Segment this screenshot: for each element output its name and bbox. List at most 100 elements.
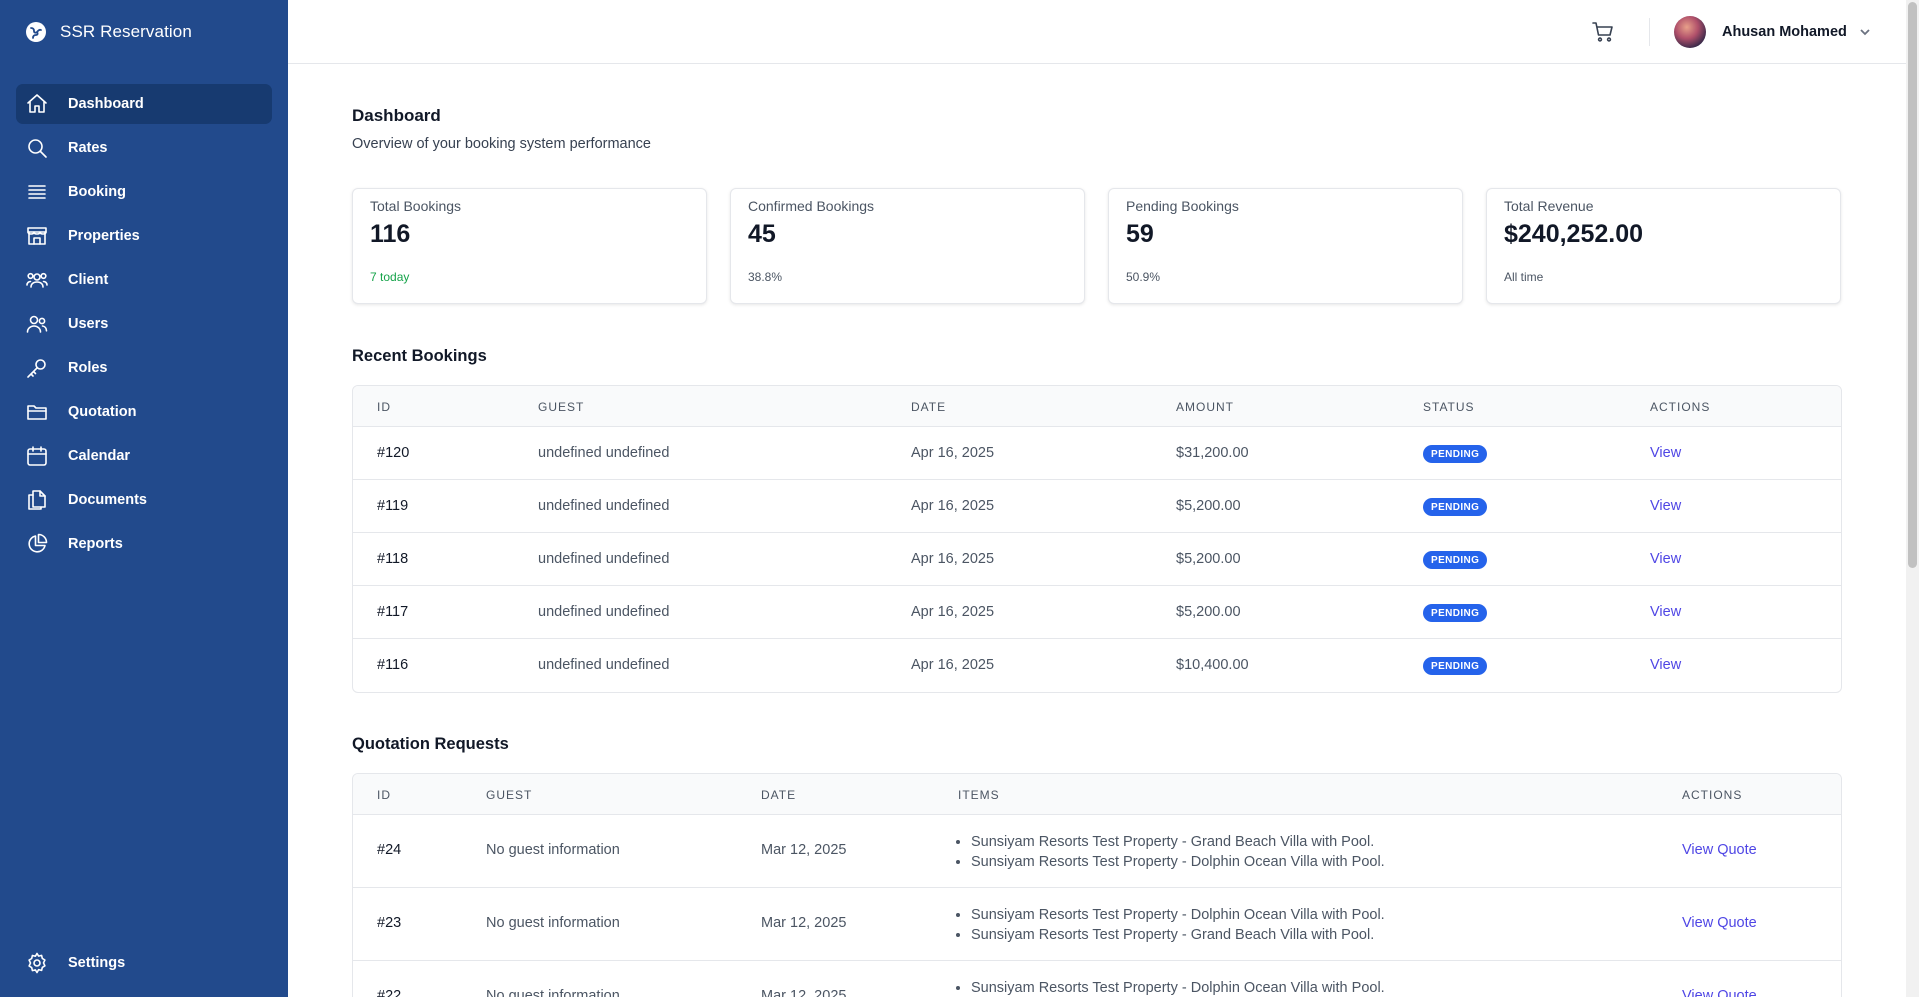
sidebar-nav: Dashboard Rates Booking Properties Clien… xyxy=(16,84,272,568)
sidebar-item-label: Settings xyxy=(68,955,126,971)
table-row: #118 undefined undefined Apr 16, 2025 $5,20… xyxy=(353,533,1841,586)
sidebar-item-dashboard[interactable]: Dashboard xyxy=(16,84,272,124)
documents-icon xyxy=(24,487,50,513)
booking-date: Apr 16, 2025 xyxy=(911,551,995,567)
stat-note: 50.9% xyxy=(1126,270,1161,284)
sidebar-item-documents[interactable]: Documents xyxy=(16,480,272,520)
status-badge: PENDING xyxy=(1423,445,1488,463)
table-header: ID Guest Date Items Actions xyxy=(353,774,1841,815)
sidebar-item-roles[interactable]: Roles xyxy=(16,348,272,388)
column-header: Date xyxy=(761,788,797,802)
view-link[interactable]: View xyxy=(1650,445,1681,461)
view-quote-link[interactable]: View Quote xyxy=(1682,988,1757,997)
sidebar-item-reports[interactable]: Reports xyxy=(16,524,272,564)
stat-card-pending-bookings: Pending Bookings 59 50.9% xyxy=(1108,188,1463,304)
guest-info: No guest information xyxy=(486,842,620,858)
brand-name: SSR Reservation xyxy=(60,22,192,41)
quotation-requests-title: Quotation Requests xyxy=(352,735,509,753)
sidebar-item-settings[interactable]: Settings xyxy=(16,943,272,983)
sidebar-item-label: Reports xyxy=(68,536,123,552)
view-link[interactable]: View xyxy=(1650,604,1681,620)
column-header: Items xyxy=(958,788,1000,802)
status-badge: PENDING xyxy=(1423,657,1488,675)
sidebar: SSR Reservation Dashboard Rates Booking … xyxy=(0,0,288,997)
page-scrollbar[interactable] xyxy=(1906,0,1919,997)
sidebar-item-label: Rates xyxy=(68,140,108,156)
sidebar-item-label: Client xyxy=(68,272,109,288)
stat-label: Total Bookings xyxy=(370,198,462,214)
view-link[interactable]: View xyxy=(1650,657,1681,673)
user-group-icon xyxy=(24,267,50,293)
search-icon xyxy=(24,135,50,161)
column-header: Guest xyxy=(538,400,585,414)
table-body: #24 No guest information Mar 12, 2025 Sunsi… xyxy=(353,815,1841,997)
table-header: ID Guest Date Amount Status Actions xyxy=(353,386,1841,427)
guest-name: undefined undefined xyxy=(538,498,670,514)
column-header: ID xyxy=(377,788,391,802)
sidebar-item-label: Roles xyxy=(68,360,108,376)
sidebar-item-label: Booking xyxy=(68,184,126,200)
booking-date: Apr 16, 2025 xyxy=(911,498,995,514)
main-content: Dashboard Overview of your booking syste… xyxy=(352,106,1842,997)
user-menu[interactable]: Ahusan Mohamed xyxy=(1674,16,1873,48)
status-badge: PENDING xyxy=(1423,498,1488,516)
brand[interactable]: SSR Reservation xyxy=(26,21,192,43)
sidebar-item-label: Properties xyxy=(68,228,140,244)
booking-amount: $10,400.00 xyxy=(1176,657,1249,673)
stat-card-confirmed-bookings: Confirmed Bookings 45 38.8% xyxy=(730,188,1085,304)
list-item: Sunsiyam Resorts Test Property - Dolphin… xyxy=(971,978,1385,997)
view-link[interactable]: View xyxy=(1650,551,1681,567)
guest-name: undefined undefined xyxy=(538,445,670,461)
building-icon xyxy=(24,223,50,249)
booking-id: #119 xyxy=(377,498,409,514)
view-quote-link[interactable]: View Quote xyxy=(1682,915,1757,931)
users-icon xyxy=(24,311,50,337)
guest-name: undefined undefined xyxy=(538,551,670,567)
column-header: Status xyxy=(1423,400,1475,414)
stat-value: $240,252.00 xyxy=(1504,220,1644,248)
sidebar-item-booking[interactable]: Booking xyxy=(16,172,272,212)
sidebar-item-users[interactable]: Users xyxy=(16,304,272,344)
list-item: Sunsiyam Resorts Test Property - Grand B… xyxy=(971,925,1385,945)
recent-bookings-table: ID Guest Date Amount Status Actions #120… xyxy=(352,385,1842,693)
booking-amount: $31,200.00 xyxy=(1176,445,1249,461)
booking-date: Apr 16, 2025 xyxy=(911,604,995,620)
stat-label: Pending Bookings xyxy=(1126,198,1239,214)
status-badge: PENDING xyxy=(1423,604,1488,622)
quotation-id: #22 xyxy=(377,988,402,997)
booking-amount: $5,200.00 xyxy=(1176,498,1241,514)
cart-icon[interactable] xyxy=(1591,20,1615,44)
home-icon xyxy=(24,91,50,117)
stats-cards: Total Bookings 116 7 today Confirmed Boo… xyxy=(352,188,1842,304)
key-icon xyxy=(24,355,50,381)
sidebar-item-properties[interactable]: Properties xyxy=(16,216,272,256)
booking-id: #116 xyxy=(377,657,409,673)
table-row: #22 No guest information Mar 12, 2025 Sunsi… xyxy=(353,961,1841,997)
status-badge: PENDING xyxy=(1423,551,1488,569)
avatar xyxy=(1674,16,1706,48)
sidebar-item-calendar[interactable]: Calendar xyxy=(16,436,272,476)
view-link[interactable]: View xyxy=(1650,498,1681,514)
sidebar-item-quotation[interactable]: Quotation xyxy=(16,392,272,432)
quotation-date: Mar 12, 2025 xyxy=(761,988,847,997)
column-header: Date xyxy=(911,400,947,414)
chart-pie-icon xyxy=(24,531,50,557)
items-list: Sunsiyam Resorts Test Property - Dolphin… xyxy=(951,905,1385,945)
quotation-date: Mar 12, 2025 xyxy=(761,842,847,858)
stat-note: All time xyxy=(1504,270,1544,284)
items-list: Sunsiyam Resorts Test Property - Dolphin… xyxy=(951,978,1385,997)
booking-id: #118 xyxy=(377,551,409,567)
booking-date: Apr 16, 2025 xyxy=(911,445,995,461)
table-row: #117 undefined undefined Apr 16, 2025 $5,20… xyxy=(353,586,1841,639)
page-subtitle: Overview of your booking system performa… xyxy=(352,136,651,152)
view-quote-link[interactable]: View Quote xyxy=(1682,842,1757,858)
list-item: Sunsiyam Resorts Test Property - Dolphin… xyxy=(971,852,1385,872)
sidebar-item-client[interactable]: Client xyxy=(16,260,272,300)
chevron-down-icon xyxy=(1857,24,1873,40)
sidebar-item-rates[interactable]: Rates xyxy=(16,128,272,168)
column-header: ID xyxy=(377,400,391,414)
scrollbar-thumb[interactable] xyxy=(1908,2,1917,568)
stat-value: 45 xyxy=(748,220,776,248)
stat-value: 59 xyxy=(1126,220,1154,248)
sidebar-item-label: Quotation xyxy=(68,404,137,420)
